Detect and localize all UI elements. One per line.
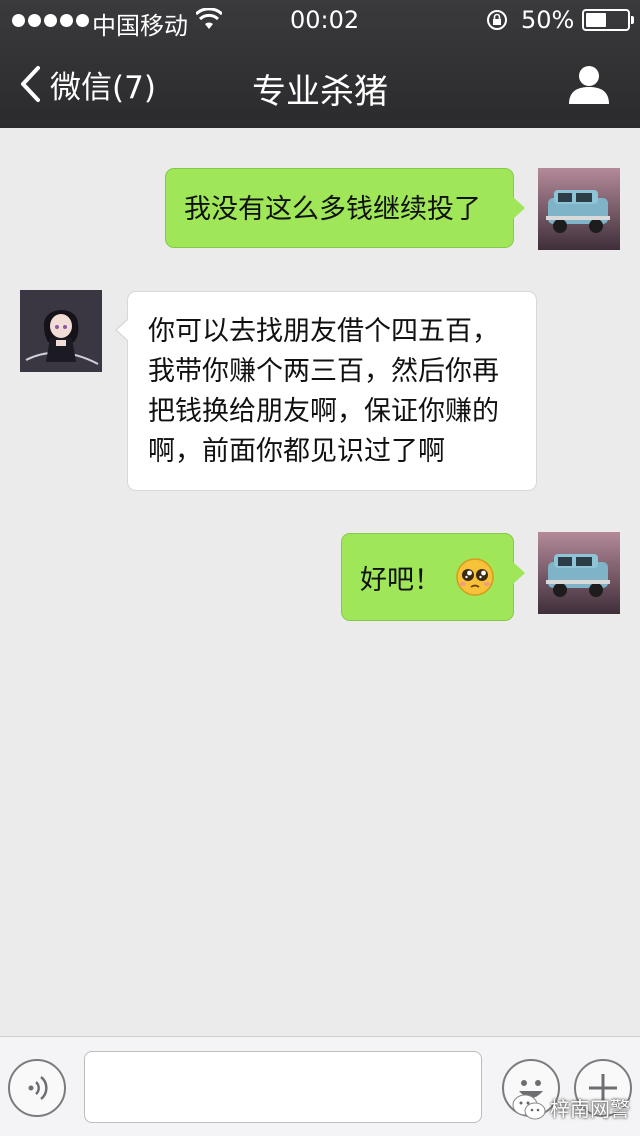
message-bubble-outgoing[interactable]: 我没有这么多钱继续投了	[165, 168, 525, 248]
carrier-name: 中国移动	[92, 12, 188, 40]
anime-girl-avatar[interactable]	[20, 290, 102, 372]
person-icon[interactable]	[567, 64, 611, 104]
message-line: 把钱换给朋友啊，保证你赚的	[148, 396, 499, 427]
message-bubble-outgoing[interactable]: 好吧！	[341, 533, 525, 621]
car-avatar[interactable]	[538, 168, 620, 250]
message-text: 我没有这么多钱继续投了	[184, 194, 481, 225]
signal-strength-icon	[12, 14, 89, 27]
status-time: 00:02	[290, 6, 360, 34]
top-bar: 中国移动 00:02 50% 微信(7) 专业杀猪	[0, 0, 640, 128]
watermark-text: 梓南网警	[550, 1097, 630, 1121]
watermark: 梓南网警	[512, 1093, 630, 1122]
voice-icon	[28, 1076, 48, 1100]
battery-icon	[582, 9, 634, 31]
pleading-face-emoji-icon	[456, 558, 494, 596]
car-avatar[interactable]	[538, 532, 620, 614]
wifi-icon	[196, 8, 222, 29]
wechat-logo-icon	[512, 1094, 546, 1119]
message-line: 啊，前面你都见识过了啊	[148, 436, 445, 467]
battery-percent: 50%	[521, 6, 575, 34]
message-bubble-incoming[interactable]: 你可以去找朋友借个四五百， 我带你赚个两三百，然后你再 把钱换给朋友啊，保证你赚…	[115, 291, 537, 491]
message-line: 你可以去找朋友借个四五百，	[148, 316, 499, 347]
rotation-lock-icon	[487, 10, 507, 30]
chat-title: 专业杀猪	[252, 72, 388, 112]
message-text: 好吧！	[360, 564, 441, 596]
message-input[interactable]	[84, 1051, 482, 1123]
status-bar: 中国移动 00:02 50%	[0, 0, 640, 40]
message-line: 我带你赚个两三百，然后你再	[148, 356, 499, 387]
voice-button[interactable]	[8, 1059, 66, 1117]
